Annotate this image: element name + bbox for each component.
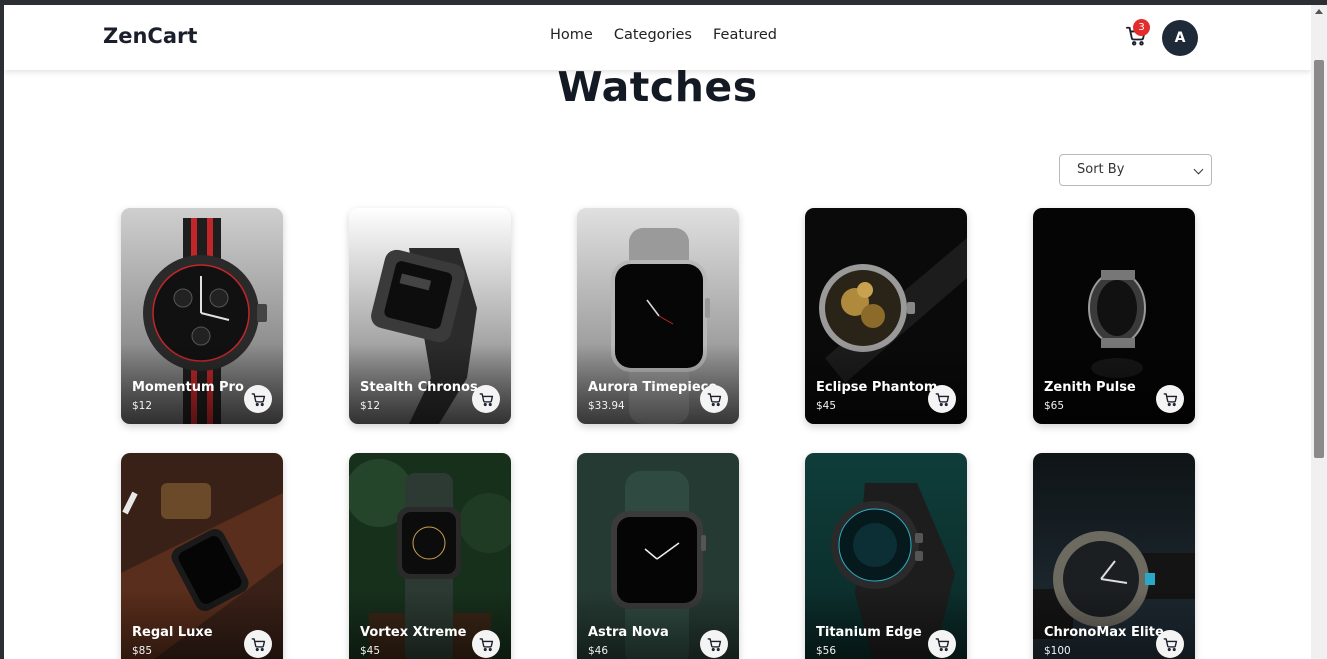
product-card[interactable]: Zenith Pulse $65 <box>1033 208 1195 424</box>
add-to-cart-button[interactable] <box>244 630 272 658</box>
product-price: $65 <box>1044 400 1065 412</box>
add-to-cart-button[interactable] <box>1156 385 1184 413</box>
cart-icon <box>935 392 949 406</box>
product-card[interactable]: Titanium Edge $56 <box>805 453 967 659</box>
nav-link-categories[interactable]: Categories <box>614 27 692 43</box>
product-price: $45 <box>816 400 837 412</box>
nav-links: Home Categories Featured <box>550 27 777 43</box>
nav-link-featured[interactable]: Featured <box>713 27 777 43</box>
add-to-cart-button[interactable] <box>700 630 728 658</box>
user-avatar[interactable]: A <box>1162 20 1198 56</box>
product-grid: Momentum Pro $12 Stealth Chronos $12 Aur… <box>121 208 1195 659</box>
product-price: $12 <box>132 400 153 412</box>
browser-viewport: ZenCart Home Categories Featured 3 A Wat… <box>4 5 1311 659</box>
product-card[interactable]: Stealth Chronos $12 <box>349 208 511 424</box>
cart-icon <box>935 637 949 651</box>
add-to-cart-button[interactable] <box>244 385 272 413</box>
product-name: Astra Nova <box>588 625 669 640</box>
scrollbar-thumb[interactable] <box>1314 60 1324 458</box>
add-to-cart-button[interactable] <box>928 385 956 413</box>
product-price: $45 <box>360 645 381 657</box>
cart-icon <box>251 637 265 651</box>
cart-icon <box>1163 392 1177 406</box>
cart-icon <box>479 637 493 651</box>
product-name: Momentum Pro <box>132 380 244 395</box>
chevron-down-icon <box>1193 164 1204 175</box>
cart-button[interactable]: 3 <box>1125 19 1151 51</box>
product-name: Stealth Chronos <box>360 380 478 395</box>
cart-icon <box>251 392 265 406</box>
sort-select-value: Sort By <box>1077 162 1125 177</box>
add-to-cart-button[interactable] <box>472 385 500 413</box>
scroll-up-arrow-icon[interactable] <box>1315 9 1323 14</box>
product-price: $100 <box>1044 645 1071 657</box>
sort-select[interactable]: Sort By <box>1059 154 1212 186</box>
add-to-cart-button[interactable] <box>928 630 956 658</box>
product-card[interactable]: Vortex Xtreme $45 <box>349 453 511 659</box>
add-to-cart-button[interactable] <box>472 630 500 658</box>
page-scrollbar[interactable] <box>1311 5 1327 659</box>
product-name: Eclipse Phantom <box>816 380 938 395</box>
top-navbar: ZenCart Home Categories Featured 3 A <box>4 5 1311 70</box>
product-card[interactable]: ChronoMax Elite $100 <box>1033 453 1195 659</box>
cart-icon <box>707 637 721 651</box>
product-price: $33.94 <box>588 400 625 412</box>
product-card[interactable]: Astra Nova $46 <box>577 453 739 659</box>
nav-link-home[interactable]: Home <box>550 27 593 43</box>
product-price: $12 <box>360 400 381 412</box>
product-name: Zenith Pulse <box>1044 380 1136 395</box>
product-card[interactable]: Momentum Pro $12 <box>121 208 283 424</box>
product-name: Aurora Timepiece <box>588 380 718 395</box>
product-name: Titanium Edge <box>816 625 922 640</box>
add-to-cart-button[interactable] <box>700 385 728 413</box>
cart-icon <box>479 392 493 406</box>
product-card[interactable]: Aurora Timepiece $33.94 <box>577 208 739 424</box>
product-card[interactable]: Regal Luxe $85 <box>121 453 283 659</box>
product-price: $56 <box>816 645 837 657</box>
product-price: $46 <box>588 645 609 657</box>
cart-icon <box>1163 637 1177 651</box>
product-card[interactable]: Eclipse Phantom $45 <box>805 208 967 424</box>
brand-logo[interactable]: ZenCart <box>103 24 197 48</box>
cart-icon <box>707 392 721 406</box>
page-title: Watches <box>557 63 758 111</box>
product-price: $85 <box>132 645 153 657</box>
product-name: Regal Luxe <box>132 625 213 640</box>
add-to-cart-button[interactable] <box>1156 630 1184 658</box>
product-name: ChronoMax Elite <box>1044 625 1164 640</box>
product-name: Vortex Xtreme <box>360 625 467 640</box>
cart-count-badge: 3 <box>1133 19 1150 36</box>
